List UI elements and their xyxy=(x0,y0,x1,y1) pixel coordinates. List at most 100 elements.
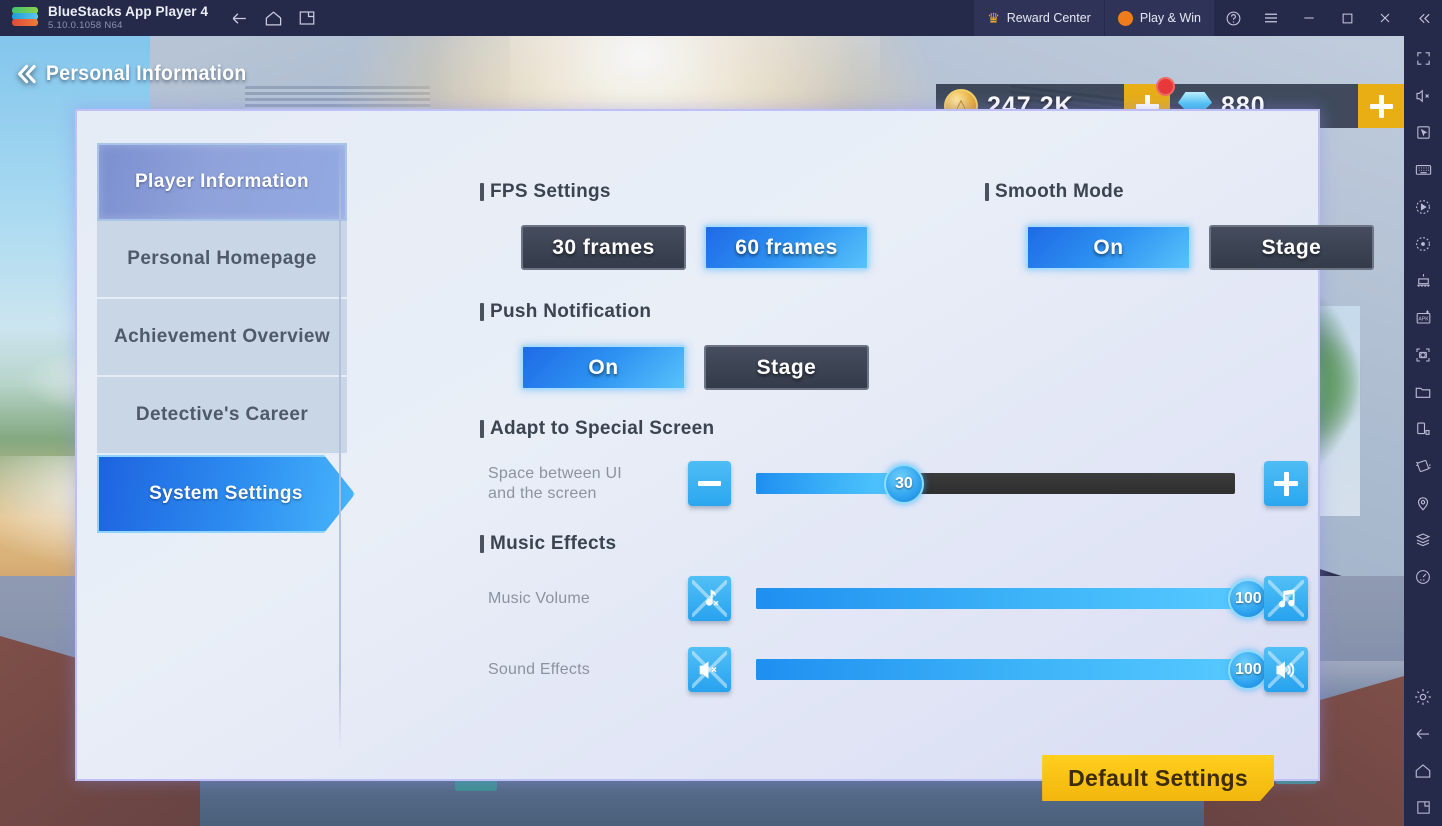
speaker-on-icon[interactable] xyxy=(1264,647,1308,692)
sound-effects-label: Sound Effects xyxy=(488,660,590,678)
window-controls xyxy=(1214,0,1442,36)
sidebar-item-system-settings[interactable]: System Settings xyxy=(97,455,355,533)
hamburger-menu-icon[interactable] xyxy=(1252,0,1290,36)
fps-section-title: FPS Settings xyxy=(480,181,869,203)
reward-center-label: Reward Center xyxy=(1006,11,1091,25)
performance-icon[interactable] xyxy=(1404,558,1442,595)
music-volume-slider[interactable]: 100 xyxy=(756,578,1269,619)
location-icon[interactable] xyxy=(1404,484,1442,521)
star-badge-icon xyxy=(1117,10,1133,26)
fps-60-frames-button[interactable]: 60 frames xyxy=(704,225,869,270)
sound-effects-row: Sound Effects 100 xyxy=(488,647,1308,692)
music-effects-section: Music Effects xyxy=(480,533,616,555)
collapse-sidebar-icon[interactable] xyxy=(1404,0,1442,36)
smooth-mode-stage-label: Stage xyxy=(1261,235,1322,259)
macro-record-icon[interactable] xyxy=(1404,188,1442,225)
settings-sidebar: Player Information Personal Homepage Ach… xyxy=(97,143,355,533)
default-settings-button[interactable]: Default Settings xyxy=(1042,755,1274,801)
cursor-icon[interactable] xyxy=(1404,114,1442,151)
music-volume-thumb[interactable]: 100 xyxy=(1228,578,1269,619)
settings-content: FPS Settings 30 frames 60 frames Smooth … xyxy=(402,111,1374,801)
space-slider-thumb[interactable]: 30 xyxy=(883,463,924,504)
sound-effects-slider[interactable]: 100 xyxy=(756,649,1269,690)
minimize-button[interactable] xyxy=(1290,0,1328,36)
fps-30-label: 30 frames xyxy=(552,235,655,259)
music-note-icon[interactable] xyxy=(1264,576,1308,621)
add-gems-button[interactable] xyxy=(1358,84,1404,128)
fps-options: 30 frames 60 frames xyxy=(521,225,869,270)
smooth-mode-title: Smooth Mode xyxy=(985,181,1374,203)
sidebar-item-label: Personal Homepage xyxy=(127,248,317,269)
play-and-win-label: Play & Win xyxy=(1139,11,1201,25)
music-volume-label: Music Volume xyxy=(488,589,590,607)
fps-60-label: 60 frames xyxy=(735,235,838,259)
space-label-line2: and the screen xyxy=(488,484,597,502)
maximize-button[interactable] xyxy=(1328,0,1366,36)
push-notification-stage-button[interactable]: Stage xyxy=(704,345,869,390)
adapt-screen-title: Adapt to Special Screen xyxy=(480,418,714,440)
fullscreen-icon[interactable] xyxy=(1404,40,1442,77)
mute-icon[interactable] xyxy=(1404,77,1442,114)
rotate-screen-icon[interactable] xyxy=(1404,410,1442,447)
space-slider-fill xyxy=(756,473,904,494)
keyboard-icon[interactable] xyxy=(1404,151,1442,188)
macro-play-icon[interactable] xyxy=(1404,225,1442,262)
help-icon[interactable] xyxy=(1214,0,1252,36)
default-settings-label: Default Settings xyxy=(1068,764,1248,791)
increase-space-button[interactable] xyxy=(1264,461,1308,506)
push-notification-on-button[interactable]: On xyxy=(521,345,686,390)
sidebar-item-label: Achievement Overview xyxy=(113,326,331,347)
music-note-muted-icon[interactable] xyxy=(687,576,732,621)
home-icon[interactable] xyxy=(256,0,290,36)
close-button[interactable] xyxy=(1366,0,1404,36)
titlebar-right-group: ♛ Reward Center Play & Win xyxy=(974,0,1442,36)
app-title-block: BlueStacks App Player 4 5.10.0.1058 N64 xyxy=(48,4,208,31)
space-slider[interactable]: 30 xyxy=(756,463,1236,504)
notification-dot-badge xyxy=(1156,77,1175,96)
sidebar-item-label: Detective's Career xyxy=(135,404,309,425)
bluestacks-sidebar-rail: APK xyxy=(1404,36,1442,826)
install-apk-icon[interactable]: APK xyxy=(1404,299,1442,336)
space-between-ui-label: Space between UI and the screen xyxy=(488,464,688,504)
multi-instance-sync-icon[interactable] xyxy=(1404,262,1442,299)
space-between-ui-row: Space between UI and the screen 30 xyxy=(488,461,1308,506)
speaker-muted-icon[interactable] xyxy=(687,647,732,692)
sidebar-item-player-information[interactable]: Player Information xyxy=(97,143,347,221)
smooth-mode-stage-button[interactable]: Stage xyxy=(1209,225,1374,270)
music-effects-title: Music Effects xyxy=(480,533,616,555)
back-icon[interactable] xyxy=(222,0,256,36)
fps-30-frames-button[interactable]: 30 frames xyxy=(521,225,686,270)
music-volume-value: 100 xyxy=(1234,589,1262,607)
shake-icon[interactable] xyxy=(1404,447,1442,484)
bluestacks-window: BlueStacks App Player 4 5.10.0.1058 N64 … xyxy=(0,0,1442,826)
titlebar-nav-group xyxy=(222,0,324,36)
home-icon[interactable] xyxy=(1404,752,1442,789)
fps-section: FPS Settings 30 frames 60 frames xyxy=(480,181,869,270)
svg-text:APK: APK xyxy=(1418,316,1429,322)
minus-icon xyxy=(697,481,721,486)
space-slider-value: 30 xyxy=(895,474,913,492)
settings-gear-icon[interactable] xyxy=(1404,678,1442,715)
multi-instance-icon[interactable] xyxy=(290,0,324,36)
sidebar-item-detectives-career[interactable]: Detective's Career xyxy=(97,377,347,455)
push-notification-stage-label: Stage xyxy=(756,355,817,379)
back-chevron-icon[interactable] xyxy=(12,60,40,88)
smooth-mode-on-button[interactable]: On xyxy=(1026,225,1191,270)
play-and-win-button[interactable]: Play & Win xyxy=(1104,0,1214,36)
decrease-space-button[interactable] xyxy=(687,461,732,506)
sound-effects-thumb[interactable]: 100 xyxy=(1228,649,1269,690)
push-notification-title: Push Notification xyxy=(480,301,869,323)
recents-icon[interactable] xyxy=(1404,789,1442,826)
reward-center-button[interactable]: ♛ Reward Center xyxy=(974,0,1104,36)
back-icon[interactable] xyxy=(1404,715,1442,752)
sidebar-item-label: System Settings xyxy=(149,483,303,504)
sidebar-item-personal-homepage[interactable]: Personal Homepage xyxy=(97,221,347,299)
sidebar-item-achievement-overview[interactable]: Achievement Overview xyxy=(97,299,347,377)
space-label-line1: Space between UI xyxy=(488,464,622,482)
media-folder-icon[interactable] xyxy=(1404,373,1442,410)
titlebar: BlueStacks App Player 4 5.10.0.1058 N64 … xyxy=(0,0,1442,36)
plus-icon xyxy=(1274,471,1299,496)
disk-cleanup-icon[interactable] xyxy=(1404,521,1442,558)
screenshot-icon[interactable] xyxy=(1404,336,1442,373)
game-viewport: Personal Information △ 247.2K 880 Player… xyxy=(0,36,1404,826)
